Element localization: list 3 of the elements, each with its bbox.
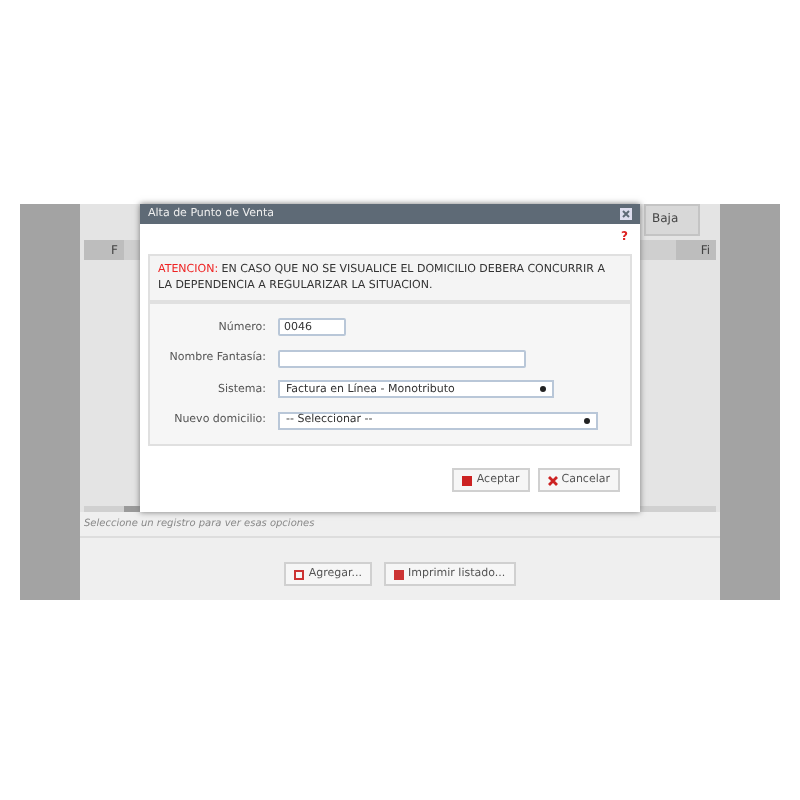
close-icon[interactable] — [620, 208, 632, 220]
input-field[interactable] — [278, 349, 526, 368]
close-icon — [547, 475, 558, 485]
